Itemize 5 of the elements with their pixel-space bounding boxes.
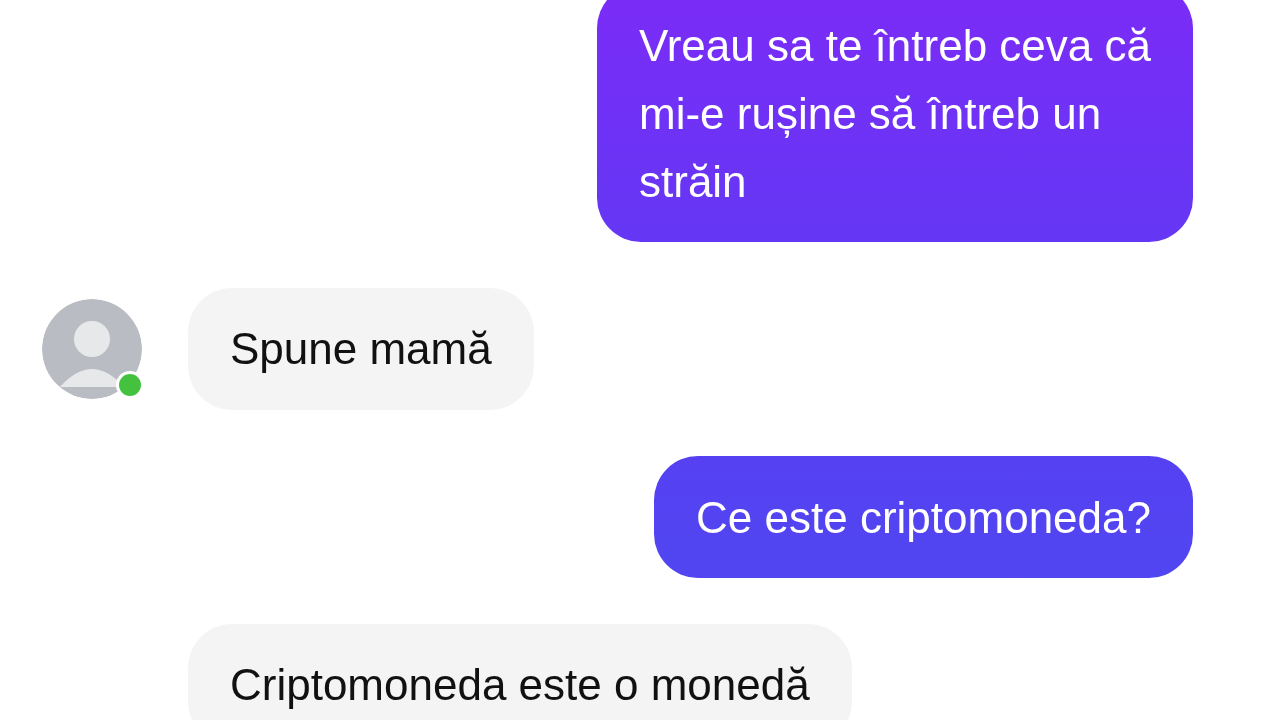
received-message-bubble: Spune mamă	[188, 288, 534, 410]
received-message-bubble: Criptomoneda este o monedă	[188, 624, 852, 720]
sent-message-bubble: Vreau sa te întreb ceva că mi-e rușine să întreb un străin	[597, 0, 1193, 242]
sent-message-bubble: Ce este criptomoneda?	[654, 456, 1193, 578]
avatar-icon[interactable]	[42, 299, 142, 399]
